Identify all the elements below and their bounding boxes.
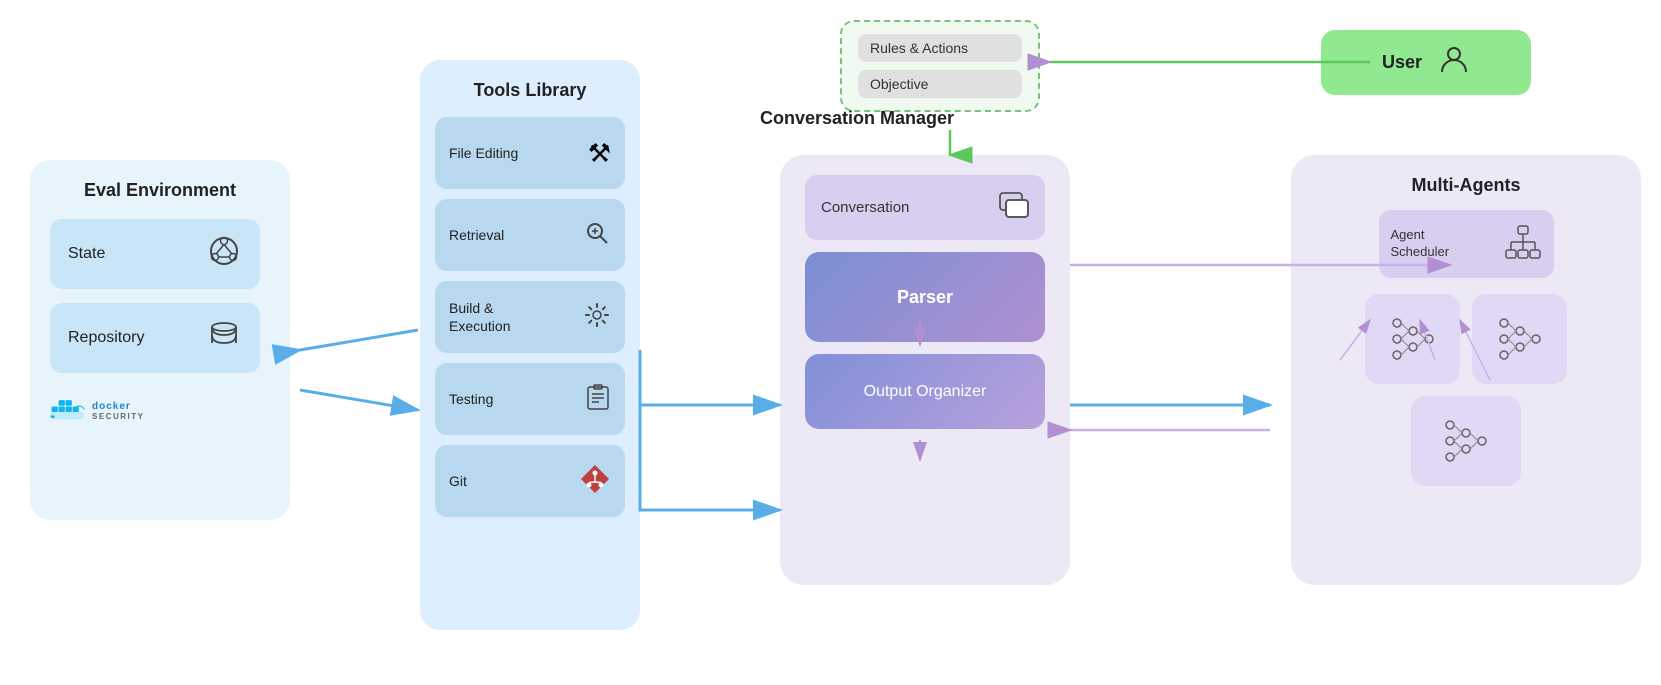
- objective-item: Objective: [858, 70, 1022, 98]
- tool-retrieval: Retrieval: [435, 199, 625, 271]
- docker-badge: docker SECURITY: [50, 397, 144, 425]
- multi-agents-panel: Multi-Agents AgentScheduler: [1291, 155, 1641, 585]
- conversation-manager-title-text: Conversation Manager: [760, 108, 954, 128]
- neural-net-icon-2: [1494, 313, 1546, 365]
- conversation-manager-header: Conversation Manager: [760, 108, 954, 129]
- agent-scheduler-box: AgentScheduler: [1379, 210, 1554, 278]
- user-label: User: [1382, 52, 1422, 73]
- eval-env-title: Eval Environment: [84, 180, 236, 201]
- output-organizer-label: Output Organizer: [864, 383, 987, 401]
- tool-testing-label: Testing: [449, 390, 493, 408]
- multi-agents-title: Multi-Agents: [1311, 175, 1621, 196]
- docker-text: docker SECURITY: [92, 401, 144, 421]
- tools-library-panel: Tools Library File Editing ⚒ Retrieval B…: [420, 60, 640, 630]
- agents-grid: [1311, 294, 1621, 486]
- tool-build-execution: Build &Execution: [435, 281, 625, 353]
- gear-icon: [583, 301, 611, 334]
- tool-file-editing-label: File Editing: [449, 144, 518, 162]
- tool-file-editing: File Editing ⚒: [435, 117, 625, 189]
- rules-box: Rules & Actions Objective: [840, 20, 1040, 112]
- chat-icon: [999, 192, 1029, 223]
- user-box: User: [1321, 30, 1531, 95]
- conversation-label: Conversation: [821, 199, 909, 216]
- clipboard-icon: [585, 383, 611, 416]
- repository-label: Repository: [68, 329, 144, 347]
- agent-node-1: [1365, 294, 1460, 384]
- tool-git-label: Git: [449, 472, 467, 490]
- agent-node-3: [1411, 396, 1521, 486]
- docker-logo-icon: [50, 397, 86, 425]
- tool-retrieval-label: Retrieval: [449, 226, 504, 244]
- tools-library-title: Tools Library: [474, 80, 587, 101]
- parser-label: Parser: [897, 287, 953, 308]
- search-icon: [583, 219, 611, 252]
- tool-git: Git: [435, 445, 625, 517]
- agent-node-2: [1472, 294, 1567, 384]
- user-person-icon: [1438, 44, 1470, 81]
- neural-net-icon-1: [1387, 313, 1439, 365]
- repository-box: Repository: [50, 303, 260, 373]
- hammer-icon: ⚒: [588, 138, 611, 169]
- agent-scheduler-label: AgentScheduler: [1391, 227, 1450, 261]
- state-label: State: [68, 245, 105, 263]
- tool-testing: Testing: [435, 363, 625, 435]
- neural-net-icon-3: [1440, 415, 1492, 467]
- state-icon: [206, 233, 242, 276]
- conversation-manager-panel: Conversation Parser Output Organizer: [780, 155, 1070, 585]
- conversation-box: Conversation: [805, 175, 1045, 240]
- parser-box: Parser: [805, 252, 1045, 342]
- state-box: State: [50, 219, 260, 289]
- scheduler-tree-icon: [1504, 224, 1542, 265]
- output-organizer-box: Output Organizer: [805, 354, 1045, 429]
- git-icon: [579, 463, 611, 500]
- tool-build-execution-label: Build &Execution: [449, 299, 510, 335]
- eval-environment-panel: Eval Environment State Repository: [30, 160, 290, 520]
- rules-actions-item: Rules & Actions: [858, 34, 1022, 62]
- repository-icon: [206, 317, 242, 360]
- diagram-container: Eval Environment State Repository: [0, 0, 1661, 685]
